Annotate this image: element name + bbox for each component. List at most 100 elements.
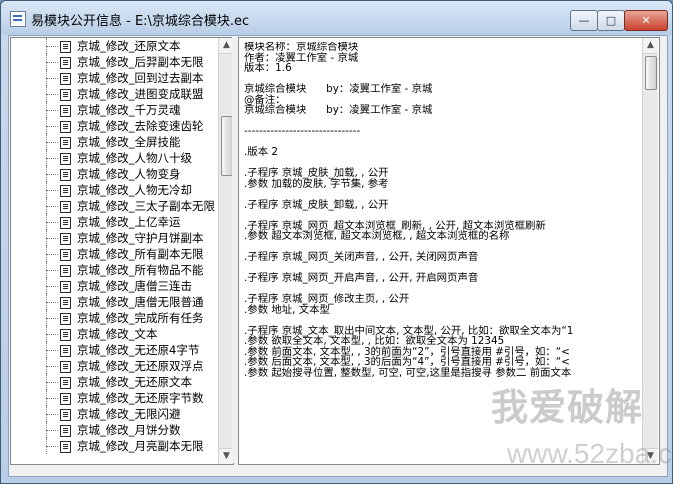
tree-item[interactable]: 京城_修改_无还原4字节 [11, 342, 219, 358]
info-scroll-up-button[interactable]: ▲ [643, 38, 658, 54]
tree-item[interactable]: 京城_修改_月饼分数 [11, 422, 219, 438]
info-line: .参数 加载的皮肤, 字节集, 参考 [244, 177, 389, 190]
tree-item-label: 京城_修改_回到过去副本 [77, 71, 204, 85]
info-line: .参数 地址, 文本型 [244, 303, 330, 316]
tree-item-label: 京城_修改_守护月饼副本 [77, 231, 204, 245]
tree-item[interactable]: 京城_修改_无还原双浮点 [11, 358, 219, 374]
document-icon [60, 265, 71, 277]
document-icon [60, 57, 71, 69]
tree-item-label: 京城_修改_进图变成联盟 [77, 87, 204, 101]
document-icon [60, 89, 71, 101]
tree-item-label: 京城_修改_还原文本 [77, 39, 181, 53]
tree-item[interactable]: 京城_修改_还原文本 [11, 38, 219, 54]
tree-connector-line [46, 430, 58, 431]
watermark-url: www.52zba.com [507, 438, 672, 469]
document-icon [60, 217, 71, 229]
tree-item-label: 京城_修改_所有物品不能 [77, 263, 204, 277]
document-icon [60, 313, 71, 325]
tree-item[interactable]: 京城_修改_文本 [11, 326, 219, 342]
tree-connector-line [46, 302, 58, 303]
document-icon [60, 121, 71, 133]
tree-item[interactable]: 京城_修改_无还原文本 [11, 374, 219, 390]
document-icon [60, 281, 71, 293]
tree-item[interactable]: 京城_修改_进图变成联盟 [11, 86, 219, 102]
tree-item[interactable]: 京城_修改_人物无冷却 [11, 182, 219, 198]
tree-connector-line [46, 142, 58, 143]
tree-connector-line [46, 350, 58, 351]
tree-connector-line [46, 270, 58, 271]
info-line: 模块名称：京城综合模块 [244, 42, 359, 53]
tree-item-label: 京城_修改_全屏技能 [77, 135, 181, 149]
tree-item-label: 京城_修改_千万灵魂 [77, 103, 181, 117]
tree-item-label: 京城_修改_人物八十级 [77, 151, 192, 165]
tree-connector-line [46, 366, 58, 367]
tree-item-label: 京城_修改_后羿副本无限 [77, 55, 204, 69]
tree-connector-line [46, 398, 58, 399]
tree-item[interactable]: 京城_修改_人物八十级 [11, 150, 219, 166]
tree-item[interactable]: 京城_修改_所有副本无限 [11, 246, 219, 262]
tree-connector-line [46, 110, 58, 111]
tree-item[interactable]: 京城_修改_后羿副本无限 [11, 54, 219, 70]
tree-item[interactable]: 京城_修改_无还原字节数 [11, 390, 219, 406]
info-line [244, 137, 642, 148]
document-icon [60, 137, 71, 149]
tree-item[interactable]: 京城_修改_唐僧无限普通 [11, 294, 219, 310]
tree-item-label: 京城_修改_无还原4字节 [77, 343, 200, 357]
minimize-button[interactable]: — [570, 10, 598, 31]
document-icon [60, 233, 71, 245]
tree-connector-line [46, 254, 58, 255]
tree-connector-line [46, 78, 58, 79]
tree-item[interactable]: 京城_修改_去除变速齿轮 [11, 118, 219, 134]
tree-item[interactable]: 京城_修改_回到过去副本 [11, 70, 219, 86]
tree-item[interactable]: 京城_修改_完成所有任务 [11, 310, 219, 326]
tree-item-label: 京城_修改_文本 [77, 327, 158, 341]
document-icon [60, 153, 71, 165]
tree-item-label: 京城_修改_无还原文本 [77, 375, 192, 389]
document-icon [60, 169, 71, 181]
tree-item-label: 京城_修改_月饼分数 [77, 423, 181, 437]
tree-connector-line [46, 286, 58, 287]
info-line: .子程序 京城_网页_修改主页, , 公开 [244, 293, 410, 305]
title-bar[interactable]: 易模块公开信息 - E:\京城综合模块.ec — □ ✕ [1, 1, 672, 35]
tree-item[interactable]: 京城_修改_无限闪避 [11, 406, 219, 422]
tree-connector-line [46, 94, 58, 95]
maximize-button[interactable]: □ [597, 10, 625, 31]
info-line: .子程序 京城_皮肤_卸载, , 公开 [244, 198, 389, 211]
tree-connector-line [46, 318, 58, 319]
tree-item[interactable]: 京城_修改_三太子副本无限 [11, 198, 219, 214]
info-line: .参数 超文本浏览框, 超文本浏览框, , 超文本浏览框的名称 [244, 230, 510, 242]
tree-item[interactable]: 京城_修改_唐僧三连击 [11, 278, 219, 294]
info-line: 京城综合模块 by：凌翼工作室 - 京城 [244, 83, 433, 95]
tree-item[interactable]: 京城_修改_守护月饼副本 [11, 230, 219, 246]
document-icon [60, 185, 71, 197]
module-tree-panel: 京城_修改_还原文本 京城_修改_后羿副本无限 京城_修改_回到过去副本 京城_修改_… [10, 37, 234, 465]
tree-item[interactable]: 京城_修改_人物变身 [11, 166, 219, 182]
info-line: .参数 后面文本, 文本型, , 3的后面为“4”，引号直接用 #引号，如：“< [244, 356, 570, 368]
document-icon [60, 425, 71, 437]
tree-connector-line [46, 382, 58, 383]
close-button[interactable]: ✕ [624, 10, 668, 31]
tree-item-label: 京城_修改_无还原双浮点 [77, 359, 204, 373]
document-icon [60, 409, 71, 421]
module-tree[interactable]: 京城_修改_还原文本 京城_修改_后羿副本无限 京城_修改_回到过去副本 京城_修改_… [11, 38, 219, 464]
document-icon [60, 441, 71, 453]
app-icon [10, 11, 26, 27]
panel-splitter[interactable] [232, 37, 237, 463]
info-line: 版本：1.6 [244, 62, 292, 74]
document-icon [60, 329, 71, 341]
main-window: 易模块公开信息 - E:\京城综合模块.ec — □ ✕ 京城_修改_还原文本京… [0, 0, 673, 484]
info-scrollbar[interactable]: ▲ ▼ [642, 38, 658, 464]
window-title: 易模块公开信息 - E:\京城综合模块.ec [31, 14, 250, 29]
tree-item[interactable]: 京城_修改_所有物品不能 [11, 262, 219, 278]
tree-item[interactable]: 京城_修改_月亮副本无限 [11, 438, 219, 454]
document-icon [60, 345, 71, 357]
document-icon [60, 361, 71, 373]
tree-item[interactable]: 京城_修改_全屏技能 [11, 134, 219, 150]
tree-item[interactable]: 京城_修改_千万灵魂 [11, 102, 219, 118]
watermark-logo-text: 我爱破解 [491, 387, 643, 428]
tree-item[interactable]: 京城_修改_上亿幸运 [11, 214, 219, 230]
info-line: 京城综合模块 by：凌翼工作室 - 京城 [244, 104, 433, 116]
info-scroll-thumb[interactable] [645, 56, 657, 90]
info-line [244, 315, 642, 326]
tree-item-label: 京城_修改_唐僧三连击 [77, 279, 192, 293]
